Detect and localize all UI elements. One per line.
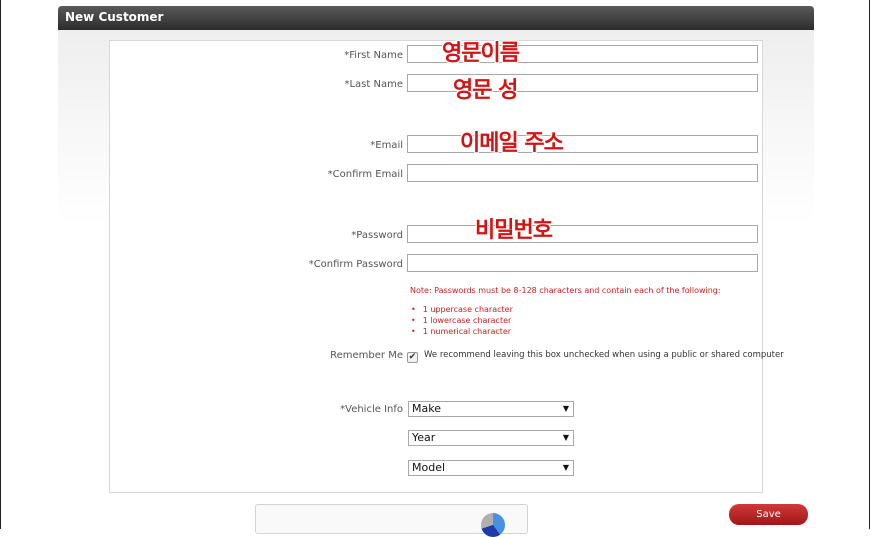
remember-me-label: Remember Me bbox=[330, 350, 403, 361]
vehicle-model-select[interactable]: Model ▼ bbox=[408, 460, 574, 476]
first-name-annotation: 영문이름 bbox=[442, 41, 520, 66]
remember-me-note: We recommend leaving this box unchecked … bbox=[424, 350, 784, 360]
vehicle-year-select[interactable]: Year ▼ bbox=[408, 430, 574, 446]
remember-me-checkbox[interactable]: ✔ bbox=[407, 352, 418, 363]
password-note: Note: Passwords must be 8-128 characters… bbox=[410, 286, 721, 295]
dropdown-arrow-icon: ▼ bbox=[562, 433, 569, 442]
vehicle-make-value: Make bbox=[412, 402, 441, 415]
password-requirements: 1 uppercase character 1 lowercase charac… bbox=[411, 304, 513, 337]
last-name-annotation: 영문 성 bbox=[453, 78, 518, 103]
password-annotation: 비밀번호 bbox=[475, 218, 553, 243]
confirm-email-input[interactable] bbox=[407, 164, 758, 182]
save-button[interactable]: Save bbox=[729, 504, 808, 525]
confirm-password-label: *Confirm Password bbox=[308, 259, 403, 270]
vehicle-model-value: Model bbox=[412, 461, 446, 474]
email-label: *Email bbox=[370, 140, 403, 151]
vehicle-make-select[interactable]: Make ▼ bbox=[408, 401, 574, 417]
captcha-widget[interactable] bbox=[255, 504, 528, 537]
first-name-label: *First Name bbox=[344, 50, 403, 61]
checkmark-icon: ✔ bbox=[408, 352, 417, 362]
panel-title: New Customer bbox=[58, 6, 814, 30]
dropdown-arrow-icon: ▼ bbox=[562, 404, 569, 413]
recaptcha-logo-icon bbox=[481, 513, 505, 537]
dropdown-arrow-icon: ▼ bbox=[562, 463, 569, 472]
confirm-email-label: *Confirm Email bbox=[327, 169, 403, 180]
confirm-password-input[interactable] bbox=[407, 254, 758, 272]
requirement-uppercase: 1 uppercase character bbox=[411, 304, 513, 315]
last-name-label: *Last Name bbox=[344, 79, 403, 90]
password-label: *Password bbox=[351, 230, 403, 241]
vehicle-info-label: *Vehicle Info bbox=[340, 404, 403, 415]
email-annotation: 이메일 주소 bbox=[460, 131, 564, 156]
requirement-numerical: 1 numerical character bbox=[411, 326, 513, 337]
vehicle-year-value: Year bbox=[412, 431, 436, 444]
requirement-lowercase: 1 lowercase character bbox=[411, 315, 513, 326]
password-input[interactable] bbox=[407, 225, 758, 243]
